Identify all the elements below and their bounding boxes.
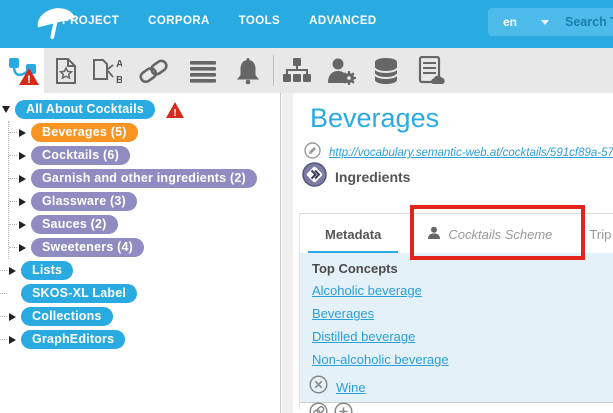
toolbar-divider — [273, 55, 274, 86]
tree-pill-concept[interactable]: Garnish and other ingredients (2) — [31, 169, 257, 188]
collapse-caret-icon[interactable] — [2, 106, 10, 113]
search-input[interactable]: Search T — [565, 15, 613, 29]
database-icon[interactable] — [372, 56, 400, 86]
add-concept-circle-icon[interactable] — [334, 402, 353, 413]
tree-pill-node[interactable]: Lists — [21, 261, 73, 280]
tree-pill-project[interactable]: All About Cocktails — [15, 100, 155, 119]
tree-pill-concept[interactable]: Cocktails (6) — [31, 146, 130, 165]
svg-text:!: ! — [27, 74, 31, 86]
concept-link[interactable]: Wine — [336, 380, 366, 395]
expand-caret-icon[interactable] — [9, 336, 16, 344]
menu-corpora[interactable]: CORPORA — [148, 15, 210, 27]
tree-pill-node[interactable]: SKOS-XL Label — [21, 284, 137, 303]
tab-triples[interactable]: Trip — [589, 227, 611, 242]
tree-item-beverages[interactable]: Beverages (5) — [9, 121, 280, 144]
concept-link[interactable]: Distilled beverage — [312, 329, 613, 344]
top-concepts-panel: Top Concepts Alcoholic beverage Beverage… — [300, 253, 613, 403]
expand-caret-icon[interactable] — [19, 175, 26, 183]
tree-pill-concept[interactable]: Sweeteners (4) — [31, 238, 144, 257]
concept-link[interactable]: Alcoholic beverage — [312, 283, 613, 298]
language-selector[interactable]: en — [488, 15, 517, 29]
link-concept-circle-icon[interactable] — [309, 402, 328, 413]
concept-tree-panel: All About Cocktails ! Beverages (5) Cock… — [0, 93, 281, 413]
removable-concept-row: Wine — [309, 375, 613, 399]
svg-text:!: ! — [173, 108, 176, 119]
tree-item-sweeteners[interactable]: Sweeteners (4) — [9, 236, 280, 259]
tree-item-skos-xl-label[interactable]: SKOS-XL Label — [0, 282, 280, 305]
expand-caret-icon[interactable] — [19, 244, 26, 252]
tree-item-cocktails[interactable]: Cocktails (6) — [9, 144, 280, 167]
top-navbar: PROJECT CORPORA TOOLS ADVANCED en Search… — [0, 0, 613, 48]
concept-scheme-uri-link[interactable]: http://vocabulary.semantic-web.at/cockta… — [329, 147, 613, 159]
list-icon[interactable] — [189, 59, 217, 83]
menu-tools[interactable]: TOOLS — [239, 15, 280, 27]
concept-link[interactable]: Non-alcoholic beverage — [312, 352, 613, 367]
expand-caret-icon[interactable] — [19, 129, 26, 137]
tree-item-lists[interactable]: Lists — [0, 259, 280, 282]
concept-tree-warning-icon[interactable]: ! — [6, 55, 42, 87]
server-cloud-icon[interactable] — [416, 56, 446, 86]
uri-row: http://vocabulary.semantic-web.at/cockta… — [304, 142, 613, 164]
annotation-highlight-box — [410, 205, 585, 260]
user-settings-icon[interactable] — [326, 57, 356, 85]
sitemap-icon[interactable] — [282, 57, 312, 85]
expand-caret-icon[interactable] — [19, 221, 26, 229]
page-title: Beverages — [310, 103, 439, 134]
tree-item-garnish[interactable]: Garnish and other ingredients (2) — [9, 167, 280, 190]
concept-link[interactable]: Beverages — [312, 306, 613, 321]
tree-pill-node[interactable]: GraphEditors — [21, 330, 125, 349]
remove-circle-x-icon[interactable] — [309, 375, 328, 399]
main-menu: PROJECT CORPORA TOOLS ADVANCED — [62, 15, 377, 27]
tree-pill-node[interactable]: Collections — [21, 307, 113, 326]
tree-item-sauces[interactable]: Sauces (2) — [9, 213, 280, 236]
tree-pill-concept[interactable]: Sauces (2) — [31, 215, 118, 234]
menu-project[interactable]: PROJECT — [62, 15, 119, 27]
scheme-badge-label: Ingredients — [335, 169, 410, 185]
tree-children-group: Beverages (5) Cocktails (6) Garnish and … — [8, 121, 280, 259]
chevron-down-icon[interactable] — [541, 20, 549, 25]
tree-item-all-about-cocktails[interactable]: All About Cocktails ! — [0, 98, 280, 121]
document-classify-ab-icon[interactable]: A B — [92, 57, 122, 85]
edit-uri-icon[interactable] — [304, 142, 321, 164]
expand-caret-icon[interactable] — [19, 152, 26, 160]
expand-caret-icon[interactable] — [9, 267, 16, 275]
expand-caret-icon[interactable] — [19, 198, 26, 206]
search-bar[interactable]: en Search T — [488, 8, 613, 36]
notifications-bell-icon[interactable] — [234, 57, 262, 85]
panel-actions — [309, 402, 613, 413]
warning-icon: ! — [165, 101, 185, 119]
document-star-icon[interactable] — [54, 57, 78, 85]
expand-caret-icon[interactable] — [9, 313, 16, 321]
icon-toolbar: ! A B — [0, 48, 613, 94]
menu-advanced[interactable]: ADVANCED — [309, 15, 377, 27]
poolparty-app: PROJECT CORPORA TOOLS ADVANCED en Search… — [0, 0, 613, 413]
svg-text:A: A — [116, 59, 122, 70]
tree-item-collections[interactable]: Collections — [0, 305, 280, 328]
link-icon[interactable] — [138, 58, 170, 84]
tree-item-glassware[interactable]: Glassware (3) — [9, 190, 280, 213]
scheme-badge-icon — [302, 162, 327, 192]
tree-pill-concept[interactable]: Beverages (5) — [31, 123, 138, 142]
tree-pill-concept[interactable]: Glassware (3) — [31, 192, 137, 211]
scheme-badge-row: Ingredients — [302, 162, 410, 192]
tree-root-group: Lists SKOS-XL Label Collections GraphEdi… — [0, 259, 280, 351]
panel-heading: Top Concepts — [312, 261, 613, 276]
tab-metadata[interactable]: Metadata — [308, 214, 398, 254]
tree-item-grapheditors[interactable]: GraphEditors — [0, 328, 280, 351]
svg-text:B: B — [116, 75, 122, 85]
